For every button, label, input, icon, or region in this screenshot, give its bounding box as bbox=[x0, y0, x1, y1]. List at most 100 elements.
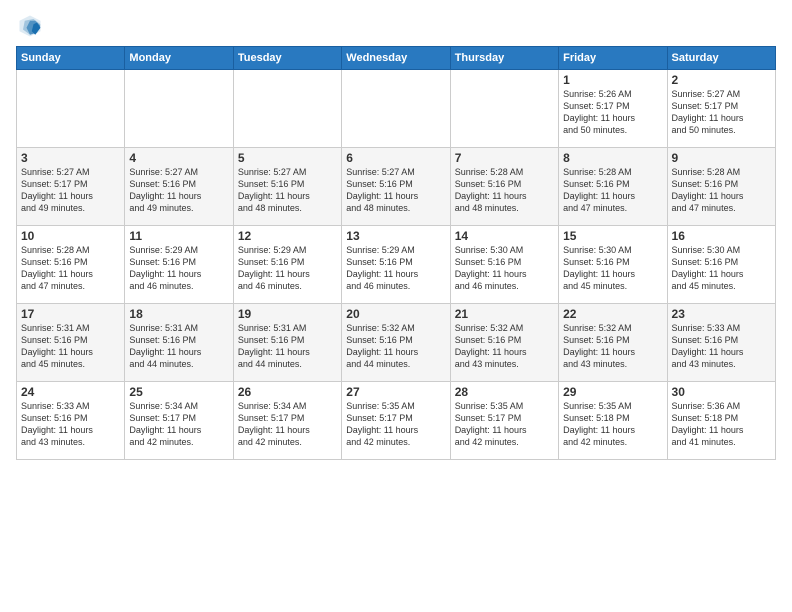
day-info: Sunrise: 5:27 AM Sunset: 5:17 PM Dayligh… bbox=[21, 166, 120, 215]
day-info: Sunrise: 5:30 AM Sunset: 5:16 PM Dayligh… bbox=[563, 244, 662, 293]
day-number: 24 bbox=[21, 385, 120, 399]
day-number: 21 bbox=[455, 307, 554, 321]
day-number: 12 bbox=[238, 229, 337, 243]
calendar-cell: 1Sunrise: 5:26 AM Sunset: 5:17 PM Daylig… bbox=[559, 70, 667, 148]
calendar-week-row: 1Sunrise: 5:26 AM Sunset: 5:17 PM Daylig… bbox=[17, 70, 776, 148]
day-number: 27 bbox=[346, 385, 445, 399]
day-number: 26 bbox=[238, 385, 337, 399]
calendar-cell: 19Sunrise: 5:31 AM Sunset: 5:16 PM Dayli… bbox=[233, 304, 341, 382]
day-number: 22 bbox=[563, 307, 662, 321]
day-info: Sunrise: 5:28 AM Sunset: 5:16 PM Dayligh… bbox=[563, 166, 662, 215]
calendar-cell: 22Sunrise: 5:32 AM Sunset: 5:16 PM Dayli… bbox=[559, 304, 667, 382]
calendar-week-row: 24Sunrise: 5:33 AM Sunset: 5:16 PM Dayli… bbox=[17, 382, 776, 460]
calendar-cell: 14Sunrise: 5:30 AM Sunset: 5:16 PM Dayli… bbox=[450, 226, 558, 304]
calendar-cell: 7Sunrise: 5:28 AM Sunset: 5:16 PM Daylig… bbox=[450, 148, 558, 226]
header-row: SundayMondayTuesdayWednesdayThursdayFrid… bbox=[17, 47, 776, 70]
calendar-week-row: 17Sunrise: 5:31 AM Sunset: 5:16 PM Dayli… bbox=[17, 304, 776, 382]
day-info: Sunrise: 5:32 AM Sunset: 5:16 PM Dayligh… bbox=[455, 322, 554, 371]
day-number: 4 bbox=[129, 151, 228, 165]
calendar-cell: 5Sunrise: 5:27 AM Sunset: 5:16 PM Daylig… bbox=[233, 148, 341, 226]
calendar-week-row: 10Sunrise: 5:28 AM Sunset: 5:16 PM Dayli… bbox=[17, 226, 776, 304]
weekday-header: Tuesday bbox=[233, 47, 341, 70]
page: SundayMondayTuesdayWednesdayThursdayFrid… bbox=[0, 0, 792, 612]
day-number: 10 bbox=[21, 229, 120, 243]
logo-icon bbox=[16, 12, 44, 40]
day-info: Sunrise: 5:32 AM Sunset: 5:16 PM Dayligh… bbox=[563, 322, 662, 371]
day-info: Sunrise: 5:35 AM Sunset: 5:17 PM Dayligh… bbox=[346, 400, 445, 449]
weekday-header: Friday bbox=[559, 47, 667, 70]
calendar-cell: 10Sunrise: 5:28 AM Sunset: 5:16 PM Dayli… bbox=[17, 226, 125, 304]
day-number: 23 bbox=[672, 307, 771, 321]
day-number: 3 bbox=[21, 151, 120, 165]
day-number: 1 bbox=[563, 73, 662, 87]
calendar-cell: 30Sunrise: 5:36 AM Sunset: 5:18 PM Dayli… bbox=[667, 382, 775, 460]
calendar-cell bbox=[342, 70, 450, 148]
day-info: Sunrise: 5:31 AM Sunset: 5:16 PM Dayligh… bbox=[129, 322, 228, 371]
calendar-cell: 12Sunrise: 5:29 AM Sunset: 5:16 PM Dayli… bbox=[233, 226, 341, 304]
day-number: 20 bbox=[346, 307, 445, 321]
day-info: Sunrise: 5:33 AM Sunset: 5:16 PM Dayligh… bbox=[21, 400, 120, 449]
day-info: Sunrise: 5:28 AM Sunset: 5:16 PM Dayligh… bbox=[455, 166, 554, 215]
day-info: Sunrise: 5:34 AM Sunset: 5:17 PM Dayligh… bbox=[238, 400, 337, 449]
calendar-cell: 26Sunrise: 5:34 AM Sunset: 5:17 PM Dayli… bbox=[233, 382, 341, 460]
calendar-cell: 13Sunrise: 5:29 AM Sunset: 5:16 PM Dayli… bbox=[342, 226, 450, 304]
calendar-cell: 4Sunrise: 5:27 AM Sunset: 5:16 PM Daylig… bbox=[125, 148, 233, 226]
weekday-header: Sunday bbox=[17, 47, 125, 70]
day-info: Sunrise: 5:30 AM Sunset: 5:16 PM Dayligh… bbox=[455, 244, 554, 293]
day-info: Sunrise: 5:27 AM Sunset: 5:16 PM Dayligh… bbox=[238, 166, 337, 215]
day-info: Sunrise: 5:28 AM Sunset: 5:16 PM Dayligh… bbox=[672, 166, 771, 215]
day-info: Sunrise: 5:30 AM Sunset: 5:16 PM Dayligh… bbox=[672, 244, 771, 293]
day-info: Sunrise: 5:27 AM Sunset: 5:17 PM Dayligh… bbox=[672, 88, 771, 137]
day-number: 29 bbox=[563, 385, 662, 399]
calendar-cell: 27Sunrise: 5:35 AM Sunset: 5:17 PM Dayli… bbox=[342, 382, 450, 460]
calendar-week-row: 3Sunrise: 5:27 AM Sunset: 5:17 PM Daylig… bbox=[17, 148, 776, 226]
calendar-table: SundayMondayTuesdayWednesdayThursdayFrid… bbox=[16, 46, 776, 460]
weekday-header: Wednesday bbox=[342, 47, 450, 70]
day-info: Sunrise: 5:29 AM Sunset: 5:16 PM Dayligh… bbox=[238, 244, 337, 293]
calendar-cell: 16Sunrise: 5:30 AM Sunset: 5:16 PM Dayli… bbox=[667, 226, 775, 304]
day-number: 11 bbox=[129, 229, 228, 243]
calendar-cell: 11Sunrise: 5:29 AM Sunset: 5:16 PM Dayli… bbox=[125, 226, 233, 304]
day-number: 18 bbox=[129, 307, 228, 321]
day-number: 15 bbox=[563, 229, 662, 243]
day-info: Sunrise: 5:28 AM Sunset: 5:16 PM Dayligh… bbox=[21, 244, 120, 293]
calendar-cell: 23Sunrise: 5:33 AM Sunset: 5:16 PM Dayli… bbox=[667, 304, 775, 382]
calendar-cell: 24Sunrise: 5:33 AM Sunset: 5:16 PM Dayli… bbox=[17, 382, 125, 460]
day-number: 8 bbox=[563, 151, 662, 165]
calendar-cell: 20Sunrise: 5:32 AM Sunset: 5:16 PM Dayli… bbox=[342, 304, 450, 382]
day-info: Sunrise: 5:27 AM Sunset: 5:16 PM Dayligh… bbox=[129, 166, 228, 215]
day-info: Sunrise: 5:27 AM Sunset: 5:16 PM Dayligh… bbox=[346, 166, 445, 215]
day-number: 13 bbox=[346, 229, 445, 243]
weekday-header: Thursday bbox=[450, 47, 558, 70]
day-number: 5 bbox=[238, 151, 337, 165]
day-number: 30 bbox=[672, 385, 771, 399]
day-info: Sunrise: 5:31 AM Sunset: 5:16 PM Dayligh… bbox=[238, 322, 337, 371]
day-info: Sunrise: 5:26 AM Sunset: 5:17 PM Dayligh… bbox=[563, 88, 662, 137]
calendar-cell: 21Sunrise: 5:32 AM Sunset: 5:16 PM Dayli… bbox=[450, 304, 558, 382]
day-info: Sunrise: 5:33 AM Sunset: 5:16 PM Dayligh… bbox=[672, 322, 771, 371]
day-number: 2 bbox=[672, 73, 771, 87]
calendar-cell: 9Sunrise: 5:28 AM Sunset: 5:16 PM Daylig… bbox=[667, 148, 775, 226]
calendar-cell: 17Sunrise: 5:31 AM Sunset: 5:16 PM Dayli… bbox=[17, 304, 125, 382]
calendar-cell: 2Sunrise: 5:27 AM Sunset: 5:17 PM Daylig… bbox=[667, 70, 775, 148]
calendar-cell: 3Sunrise: 5:27 AM Sunset: 5:17 PM Daylig… bbox=[17, 148, 125, 226]
calendar-cell: 29Sunrise: 5:35 AM Sunset: 5:18 PM Dayli… bbox=[559, 382, 667, 460]
day-number: 19 bbox=[238, 307, 337, 321]
day-number: 16 bbox=[672, 229, 771, 243]
calendar-cell bbox=[450, 70, 558, 148]
day-info: Sunrise: 5:32 AM Sunset: 5:16 PM Dayligh… bbox=[346, 322, 445, 371]
calendar-cell: 25Sunrise: 5:34 AM Sunset: 5:17 PM Dayli… bbox=[125, 382, 233, 460]
calendar-cell bbox=[233, 70, 341, 148]
day-info: Sunrise: 5:29 AM Sunset: 5:16 PM Dayligh… bbox=[346, 244, 445, 293]
calendar-cell bbox=[125, 70, 233, 148]
logo bbox=[16, 12, 48, 40]
day-number: 25 bbox=[129, 385, 228, 399]
weekday-header: Saturday bbox=[667, 47, 775, 70]
header bbox=[16, 12, 776, 40]
day-info: Sunrise: 5:34 AM Sunset: 5:17 PM Dayligh… bbox=[129, 400, 228, 449]
calendar-cell bbox=[17, 70, 125, 148]
day-info: Sunrise: 5:29 AM Sunset: 5:16 PM Dayligh… bbox=[129, 244, 228, 293]
calendar-cell: 18Sunrise: 5:31 AM Sunset: 5:16 PM Dayli… bbox=[125, 304, 233, 382]
calendar-cell: 8Sunrise: 5:28 AM Sunset: 5:16 PM Daylig… bbox=[559, 148, 667, 226]
day-info: Sunrise: 5:35 AM Sunset: 5:18 PM Dayligh… bbox=[563, 400, 662, 449]
